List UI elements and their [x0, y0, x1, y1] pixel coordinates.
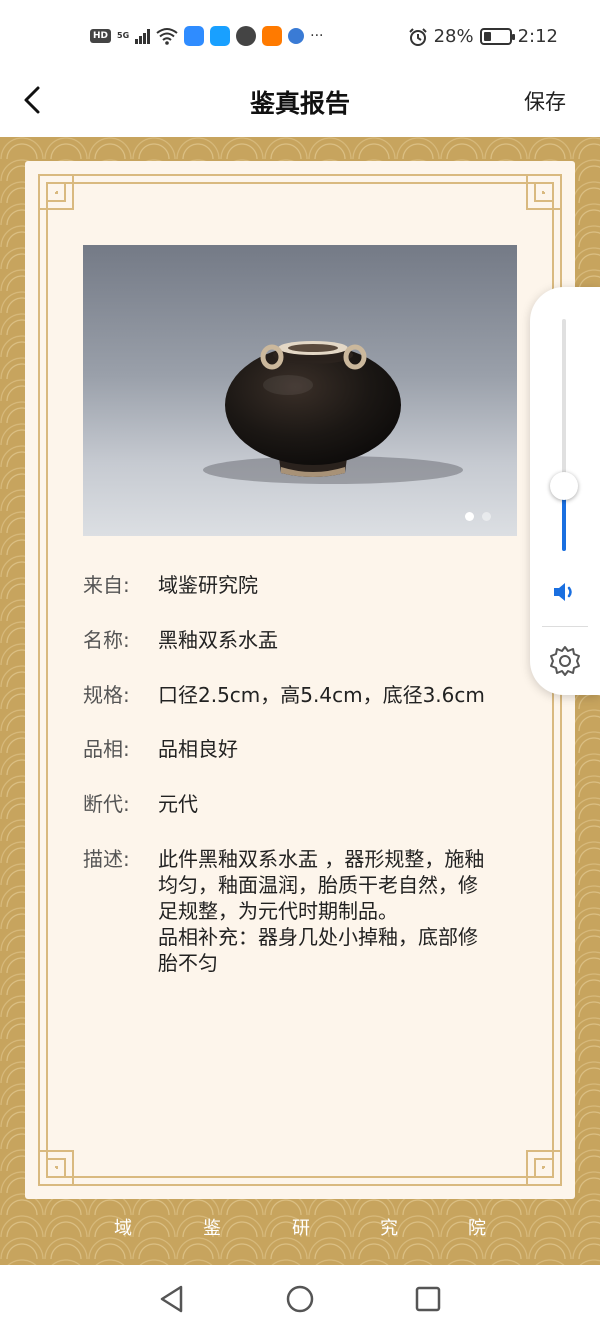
signal-icon [135, 28, 151, 44]
footer-char: 鉴 [203, 1218, 221, 1239]
battery-percent: 28% [433, 26, 474, 47]
speaker-icon[interactable] [552, 580, 578, 604]
volume-panel [530, 287, 600, 695]
description-line: 均匀，釉面温润，胎质干老自然，修 [158, 873, 478, 897]
browser-app-icon [288, 28, 305, 44]
description-line: 足规整，为元代时期制品。 [158, 899, 398, 923]
status-bar: HD 5G ··· 28% 2:12 [0, 0, 600, 78]
system-nav-bar [0, 1268, 600, 1333]
network-type: 5G [117, 31, 130, 40]
info-label: 断代: [83, 792, 130, 816]
search-app-icon [210, 26, 231, 46]
info-value: 品相良好 [158, 737, 238, 761]
info-label: 品相: [83, 737, 130, 761]
footer-char: 域 [114, 1218, 132, 1239]
carousel-dot[interactable] [482, 512, 491, 521]
description-line: 品相补充：器身几处小掉釉，底部修 [158, 925, 478, 949]
taobao-app-icon [262, 26, 283, 46]
wifi-icon [156, 28, 178, 45]
description-label: 描述: [83, 847, 130, 871]
info-label: 来自: [83, 573, 130, 597]
status-left-icons: HD 5G ··· [90, 26, 324, 46]
cloud-app-icon [184, 26, 205, 46]
description-line: 胎不匀 [158, 951, 218, 975]
info-label: 规格: [83, 683, 130, 707]
clock: 2:12 [517, 26, 558, 47]
gear-icon[interactable] [548, 644, 582, 678]
status-right-icons: 28% 2:12 [408, 26, 558, 47]
alarm-icon [408, 27, 427, 46]
info-value: 口径2.5cm，高5.4cm，底径3.6cm [158, 683, 485, 707]
chat-app-icon [236, 26, 257, 46]
page-title: 鉴真报告 [249, 89, 350, 118]
description-text: 此件黑釉双系水盂 ，器形规整，施釉 均匀，釉面温润，胎质干老自然，修 足规整，为… [158, 846, 514, 976]
square-recents-icon[interactable] [414, 1284, 442, 1314]
jar-image [203, 341, 463, 484]
hd-badge: HD [90, 29, 112, 43]
info-label: 名称: [83, 628, 130, 652]
description-line: 此件黑釉双系水盂 ，器形规整，施釉 [158, 847, 485, 871]
circle-home-icon[interactable] [285, 1284, 315, 1314]
info-value: 元代 [158, 792, 198, 816]
info-value: 域鉴研究院 [158, 573, 258, 597]
triangle-back-icon[interactable] [158, 1284, 186, 1314]
footer-char: 究 [380, 1218, 398, 1239]
carousel-dots [465, 512, 491, 521]
top-nav-bar: 鉴真报告 保存 [0, 70, 600, 130]
more-icon: ··· [310, 28, 324, 44]
footer-brand: 域 鉴 研 究 院 [0, 1214, 600, 1244]
volume-divider [542, 626, 588, 627]
volume-slider[interactable] [562, 319, 566, 551]
volume-slider-handle[interactable] [550, 472, 578, 501]
footer-char: 院 [468, 1218, 486, 1239]
info-value: 黑釉双系水盂 [158, 628, 278, 652]
item-photo[interactable] [83, 245, 517, 536]
carousel-dot[interactable] [465, 512, 474, 521]
footer-char: 研 [292, 1218, 310, 1239]
battery-icon [479, 28, 515, 45]
save-button[interactable]: 保存 [524, 86, 566, 116]
